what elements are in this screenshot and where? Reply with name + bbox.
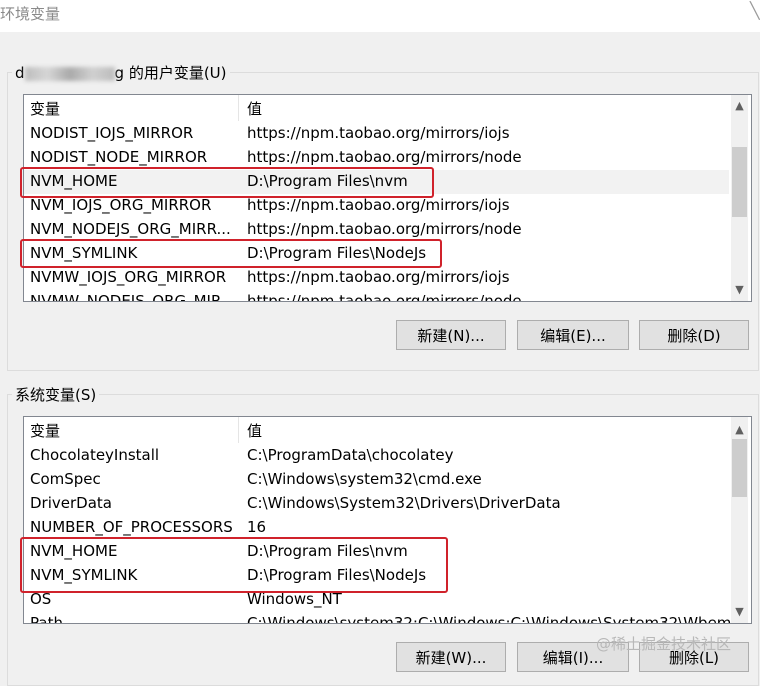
- var-name: NVM_IOJS_ORG_MIRROR: [30, 196, 212, 214]
- var-value: https://npm.taobao.org/mirrors/iojs: [247, 124, 510, 142]
- var-value: D:\Program Files\NodeJs: [247, 566, 427, 584]
- table-row[interactable]: NVMW_NODEJS_ORG_MIR... https://npm.taoba…: [24, 290, 729, 302]
- table-row[interactable]: DriverData C:\Windows\System32\Drivers\D…: [24, 492, 729, 516]
- list-header: 变量 值: [24, 417, 751, 443]
- var-name: NVM_HOME: [30, 172, 118, 190]
- var-name: Path: [30, 614, 63, 624]
- column-divider: [238, 417, 239, 443]
- user-vars-scrollbar[interactable]: ▲ ▼: [731, 95, 748, 301]
- table-row-selected[interactable]: NVM_HOME D:\Program Files\nvm: [24, 170, 729, 194]
- var-name: OS: [30, 590, 52, 608]
- var-value: D:\Program Files\nvm: [247, 542, 408, 560]
- user-vars-legend-prefix: d: [15, 64, 25, 82]
- var-name: NVM_SYMLINK: [30, 244, 138, 262]
- table-row[interactable]: NVM_HOME D:\Program Files\nvm: [24, 540, 729, 564]
- var-value: C:\ProgramData\chocolatey: [247, 446, 454, 464]
- var-name: NVM_NODEJS_ORG_MIRR...: [30, 220, 231, 238]
- down-arrow-icon[interactable]: ▼: [731, 281, 748, 298]
- user-delete-button[interactable]: 删除(D): [639, 320, 749, 350]
- table-row[interactable]: Path C:\Windows\system32;C:\Windows;C:\W…: [24, 612, 732, 624]
- column-header-name[interactable]: 变量: [30, 98, 60, 119]
- var-name: NODIST_NODE_MIRROR: [30, 148, 208, 166]
- table-row[interactable]: NVM_IOJS_ORG_MIRROR https://npm.taobao.o…: [24, 194, 729, 218]
- close-icon[interactable]: ╲: [750, 0, 760, 22]
- table-row[interactable]: OS Windows_NT: [24, 588, 729, 612]
- var-name: NODIST_IOJS_MIRROR: [30, 124, 194, 142]
- var-value: https://npm.taobao.org/mirrors/iojs: [247, 196, 510, 214]
- var-value: https://npm.taobao.org/mirrors/iojs: [247, 268, 510, 286]
- table-row[interactable]: NVM_NODEJS_ORG_MIRR... https://npm.taoba…: [24, 218, 729, 242]
- watermark: @稀土掘金技术社区: [596, 635, 732, 653]
- var-name: NVMW_NODEJS_ORG_MIR...: [30, 292, 235, 302]
- table-row[interactable]: NODIST_NODE_MIRROR https://npm.taobao.or…: [24, 146, 729, 170]
- blurred-username: [24, 66, 115, 81]
- system-vars-list[interactable]: 变量 值 ChocolateyInstall C:\ProgramData\ch…: [23, 416, 752, 624]
- var-name: NUMBER_OF_PROCESSORS: [30, 518, 233, 536]
- table-row[interactable]: NVM_SYMLINK D:\Program Files\NodeJs: [24, 242, 729, 266]
- window-title: 环境变量: [0, 5, 61, 23]
- var-value: Windows_NT: [247, 590, 342, 608]
- list-header: 变量 值: [24, 95, 751, 121]
- var-name: DriverData: [30, 494, 112, 512]
- var-value: https://npm.taobao.org/mirrors/node: [247, 292, 522, 302]
- var-name: ChocolateyInstall: [30, 446, 160, 464]
- user-new-button[interactable]: 新建(N)...: [396, 320, 506, 350]
- column-header-name[interactable]: 变量: [30, 420, 60, 441]
- column-header-value[interactable]: 值: [247, 420, 262, 441]
- system-vars-scrollbar[interactable]: ▲ ▼: [731, 417, 748, 623]
- table-row[interactable]: ChocolateyInstall C:\ProgramData\chocola…: [24, 444, 729, 468]
- var-name: NVM_SYMLINK: [30, 566, 138, 584]
- var-value: 16: [247, 518, 267, 536]
- var-value: https://npm.taobao.org/mirrors/node: [247, 148, 522, 166]
- system-new-button[interactable]: 新建(W)...: [396, 642, 506, 672]
- var-name: ComSpec: [30, 470, 101, 488]
- up-arrow-icon[interactable]: ▲: [731, 97, 748, 114]
- var-value: D:\Program Files\nvm: [247, 172, 408, 190]
- down-arrow-icon[interactable]: ▼: [731, 603, 748, 620]
- var-value: D:\Program Files\NodeJs: [247, 244, 427, 262]
- table-row[interactable]: NVMW_IOJS_ORG_MIRROR https://npm.taobao.…: [24, 266, 729, 290]
- var-value: https://npm.taobao.org/mirrors/node: [247, 220, 522, 238]
- scroll-thumb[interactable]: [732, 147, 747, 217]
- table-row[interactable]: ComSpec C:\Windows\system32\cmd.exe: [24, 468, 729, 492]
- scroll-thumb[interactable]: [732, 439, 747, 497]
- column-divider: [238, 95, 239, 121]
- user-vars-legend: d g 的用户变量(U): [12, 62, 230, 83]
- user-vars-list[interactable]: 变量 值 NODIST_IOJS_MIRROR https://npm.taob…: [23, 94, 752, 302]
- up-arrow-icon[interactable]: ▲: [731, 421, 748, 438]
- var-value: C:\Windows\System32\Drivers\DriverData: [247, 494, 561, 512]
- table-row[interactable]: NVM_SYMLINK D:\Program Files\NodeJs: [24, 564, 729, 588]
- user-vars-legend-suffix: g 的用户变量(U): [114, 64, 227, 82]
- table-row[interactable]: NODIST_IOJS_MIRROR https://npm.taobao.or…: [24, 122, 729, 146]
- var-name: NVMW_IOJS_ORG_MIRROR: [30, 268, 227, 286]
- var-value: C:\Windows\system32;C:\Windows;C:\Window…: [247, 614, 732, 624]
- system-vars-legend: 系统变量(S): [12, 384, 100, 405]
- user-edit-button[interactable]: 编辑(E)...: [517, 320, 629, 350]
- table-row[interactable]: NUMBER_OF_PROCESSORS 16: [24, 516, 729, 540]
- column-header-value[interactable]: 值: [247, 98, 262, 119]
- title-bar: 环境变量 ╲: [0, 0, 760, 32]
- var-name: NVM_HOME: [30, 542, 118, 560]
- var-value: C:\Windows\system32\cmd.exe: [247, 470, 482, 488]
